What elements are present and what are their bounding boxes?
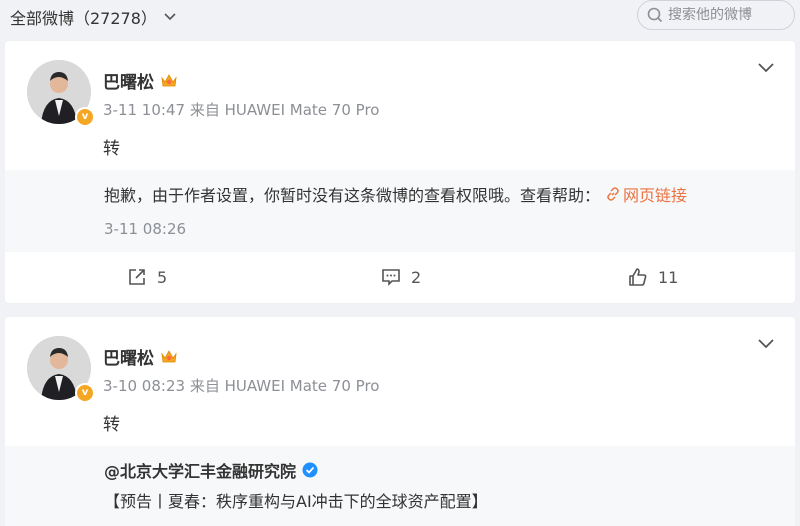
avatar[interactable]: v [27,336,95,403]
avatar[interactable]: v [27,60,95,127]
reposted-content: @北京大学汇丰金融研究院 【预告丨夏春：秩序重构与AI冲击下的全球资产配置】 [5,446,795,526]
weibo-filter-dropdown[interactable]: 全部微博（27278） [10,4,177,30]
reposted-content: 抱歉，由于作者设置，你暂时没有这条微博的查看权限哦。查看帮助： 网页链接 3-1… [5,170,795,252]
repost-time[interactable]: 3-11 08:26 [104,220,186,238]
post-meta: 3-11 10:47 来自 HUAWEI Mate 70 Pro [103,99,379,120]
comment-count: 2 [411,267,422,287]
search-input[interactable] [668,7,778,23]
post-menu-chevron-icon[interactable] [757,337,775,351]
share-icon [129,269,145,285]
post-text: 转 [103,139,120,159]
weibo-post: v 巴曙松 3-11 10:47 来自 HUAWEI Mate 70 Pro 转… [5,41,795,303]
weibo-post: v 巴曙松 3-10 08:23 来自 HUAWEI Mate 70 Pro 转… [5,317,795,526]
thumbs-up-icon [629,268,647,286]
verified-blue-icon [302,462,318,478]
post-menu-chevron-icon[interactable] [757,61,775,75]
comment-icon [382,269,400,286]
original-text: 【预告丨夏春：秩序重构与AI冲击下的全球资产配置】 [104,492,488,511]
author-name[interactable]: 巴曙松 [103,344,178,369]
comment-button[interactable]: 2 [381,267,421,287]
verified-badge-icon: v [75,383,95,403]
author-name[interactable]: 巴曙松 [103,68,178,93]
post-time[interactable]: 3-11 10:47 [103,101,185,119]
repost-button[interactable]: 5 [127,267,167,287]
post-text: 转 [103,415,120,435]
post-meta: 3-10 08:23 来自 HUAWEI Mate 70 Pro [103,375,379,396]
like-button[interactable]: 11 [628,267,678,287]
repost-count: 5 [157,267,168,287]
post-source: 来自 HUAWEI Mate 70 Pro [189,101,380,119]
filter-label: 全部微博（27278） [10,9,157,28]
post-source: 来自 HUAWEI Mate 70 Pro [189,377,380,395]
vip-crown-icon [161,73,177,86]
permission-notice: 抱歉，由于作者设置，你暂时没有这条微博的查看权限哦。查看帮助： 网页链接 [104,182,687,206]
chevron-down-icon [164,13,176,21]
post-time[interactable]: 3-10 08:23 [103,377,185,395]
original-author[interactable]: @北京大学汇丰金融研究院 [104,458,318,482]
like-count: 11 [658,267,679,287]
post-actions: 5 2 11 [5,252,795,303]
search-icon [647,7,663,23]
top-bar: 全部微博（27278） [0,0,800,36]
verified-badge-icon: v [75,107,95,127]
link-icon [607,187,619,201]
search-box[interactable] [637,0,795,30]
web-link[interactable]: 网页链接 [606,182,687,206]
vip-crown-icon [161,349,177,362]
